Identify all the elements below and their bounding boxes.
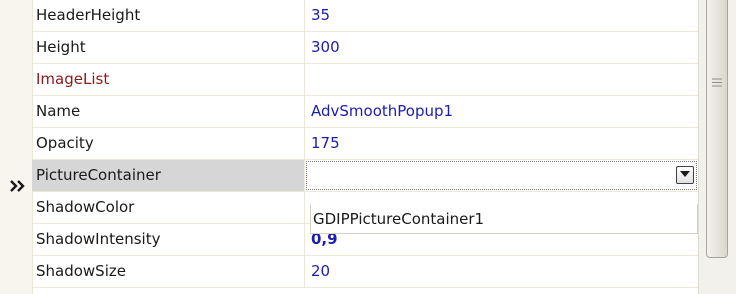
property-grid: HeaderHeight 35 Height 300 ImageList Nam… (0, 0, 698, 294)
property-name: Height (32, 32, 305, 63)
property-row-opacity[interactable]: Opacity 175 (32, 128, 698, 160)
property-value[interactable]: 20 (305, 256, 698, 287)
property-value[interactable]: AdvSmoothPopup1 (305, 96, 698, 127)
property-name: ShadowColor (32, 192, 305, 223)
property-row-shadowsize[interactable]: ShadowSize 20 (32, 256, 698, 288)
dropdown-button[interactable] (676, 166, 694, 184)
property-name: ShadowSize (32, 256, 305, 287)
double-chevron-right-icon (10, 180, 25, 192)
scrollbar-grip-icon (712, 78, 722, 87)
property-value[interactable]: 175 (305, 128, 698, 159)
dropdown-list: GDIPPictureContainer1 (310, 204, 698, 234)
property-name: Name (32, 96, 305, 127)
property-value-editor[interactable] (305, 160, 698, 191)
property-row-name[interactable]: Name AdvSmoothPopup1 (32, 96, 698, 128)
property-row-imagelist[interactable]: ImageList (32, 64, 698, 96)
property-name: PictureContainer (32, 160, 305, 191)
property-value[interactable]: 35 (305, 0, 698, 31)
row-header-gutter (0, 0, 33, 294)
vertical-scrollbar[interactable] (698, 0, 736, 294)
property-row-height[interactable]: Height 300 (32, 32, 698, 64)
property-row-headerheight[interactable]: HeaderHeight 35 (32, 0, 698, 32)
dropdown-arrow-icon (680, 171, 690, 177)
property-value[interactable] (305, 64, 698, 95)
property-name: ShadowIntensity (32, 224, 305, 255)
property-value[interactable]: 300 (305, 32, 698, 63)
property-name: HeaderHeight (32, 0, 305, 31)
dropdown-option[interactable]: GDIPPictureContainer1 (313, 210, 484, 228)
property-name: ImageList (32, 64, 305, 95)
property-row-picturecontainer[interactable]: PictureContainer (32, 160, 698, 192)
property-name: Opacity (32, 128, 305, 159)
scrollbar-thumb[interactable] (706, 0, 728, 258)
